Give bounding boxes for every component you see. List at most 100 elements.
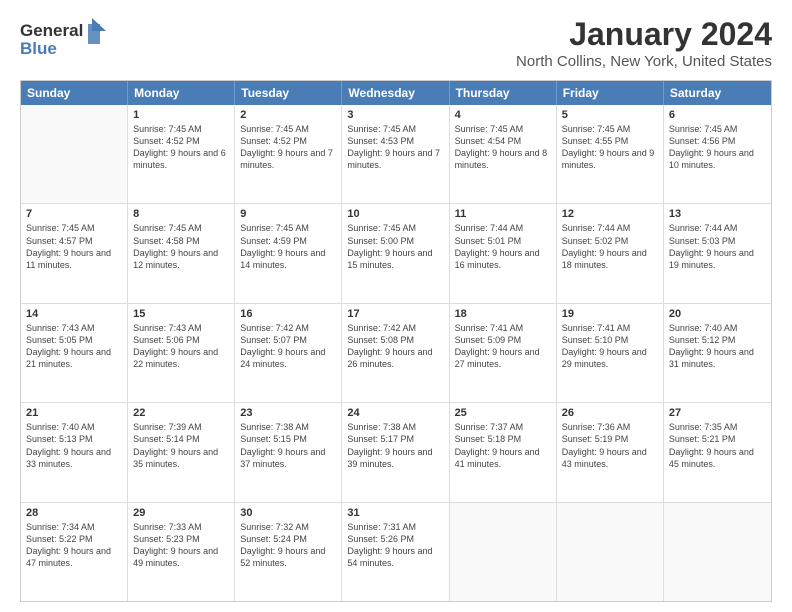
day-number: 28 [26, 507, 122, 519]
day-info: Sunrise: 7:45 AMSunset: 4:52 PMDaylight:… [240, 123, 336, 172]
day-info: Sunrise: 7:40 AMSunset: 5:12 PMDaylight:… [669, 322, 766, 371]
day-cell-23: 23 Sunrise: 7:38 AMSunset: 5:15 PMDayligh… [235, 403, 342, 501]
day-info: Sunrise: 7:43 AMSunset: 5:05 PMDaylight:… [26, 322, 122, 371]
day-cell-6: 6 Sunrise: 7:45 AMSunset: 4:56 PMDaylight… [664, 105, 771, 203]
day-header-thursday: Thursday [450, 81, 557, 105]
svg-text:General: General [20, 21, 83, 40]
day-cell-4: 4 Sunrise: 7:45 AMSunset: 4:54 PMDaylight… [450, 105, 557, 203]
day-info: Sunrise: 7:33 AMSunset: 5:23 PMDaylight:… [133, 521, 229, 570]
day-cell-5: 5 Sunrise: 7:45 AMSunset: 4:55 PMDaylight… [557, 105, 664, 203]
day-cell-14: 14Sunrise: 7:43 AMSunset: 5:05 PMDayligh… [21, 304, 128, 402]
title-block: January 2024 North Collins, New York, Un… [516, 16, 772, 70]
day-cell-31: 31Sunrise: 7:31 AMSunset: 5:26 PMDayligh… [342, 503, 449, 601]
day-header-sunday: Sunday [21, 81, 128, 105]
day-info: Sunrise: 7:32 AMSunset: 5:24 PMDaylight:… [240, 521, 336, 570]
day-header-wednesday: Wednesday [342, 81, 449, 105]
day-number: 15 [133, 308, 229, 320]
day-number: 16 [240, 308, 336, 320]
day-info: Sunrise: 7:39 AMSunset: 5:14 PMDaylight:… [133, 421, 229, 470]
day-number: 21 [26, 407, 122, 419]
day-number: 4 [455, 109, 551, 121]
day-cell-20: 20Sunrise: 7:40 AMSunset: 5:12 PMDayligh… [664, 304, 771, 402]
day-number: 26 [562, 407, 658, 419]
day-cell-18: 18Sunrise: 7:41 AMSunset: 5:09 PMDayligh… [450, 304, 557, 402]
day-info: Sunrise: 7:45 AMSunset: 4:56 PMDaylight:… [669, 123, 766, 172]
day-info: Sunrise: 7:45 AMSunset: 4:58 PMDaylight:… [133, 222, 229, 271]
day-cell-2: 2 Sunrise: 7:45 AMSunset: 4:52 PMDaylight… [235, 105, 342, 203]
day-cell-12: 12 Sunrise: 7:44 AMSunset: 5:02 PMDayligh… [557, 204, 664, 302]
day-info: Sunrise: 7:40 AMSunset: 5:13 PMDaylight:… [26, 421, 122, 470]
day-cell-1: 1Sunrise: 7:45 AMSunset: 4:52 PMDaylight… [128, 105, 235, 203]
day-cell-26: 26 Sunrise: 7:36 AMSunset: 5:19 PMDayligh… [557, 403, 664, 501]
day-number: 7 [26, 208, 122, 220]
page: General Blue January 2024 North Collins,… [0, 0, 792, 612]
day-cell-13: 13 Sunrise: 7:44 AMSunset: 5:03 PMDayligh… [664, 204, 771, 302]
day-info: Sunrise: 7:44 AMSunset: 5:02 PMDaylight:… [562, 222, 658, 271]
day-cell-7: 7 Sunrise: 7:45 AMSunset: 4:57 PMDaylight… [21, 204, 128, 302]
day-info: Sunrise: 7:45 AMSunset: 4:55 PMDaylight:… [562, 123, 658, 172]
logo-text: General Blue [20, 16, 110, 65]
day-cell-22: 22 Sunrise: 7:39 AMSunset: 5:14 PMDayligh… [128, 403, 235, 501]
header: General Blue January 2024 North Collins,… [20, 16, 772, 70]
calendar-week-2: 7 Sunrise: 7:45 AMSunset: 4:57 PMDaylight… [21, 204, 771, 303]
day-number: 8 [133, 208, 229, 220]
day-cell-empty [557, 503, 664, 601]
day-number: 6 [669, 109, 766, 121]
day-info: Sunrise: 7:38 AMSunset: 5:17 PMDaylight:… [347, 421, 443, 470]
calendar-week-4: 21 Sunrise: 7:40 AMSunset: 5:13 PMDayligh… [21, 403, 771, 502]
day-info: Sunrise: 7:38 AMSunset: 5:15 PMDaylight:… [240, 421, 336, 470]
day-info: Sunrise: 7:45 AMSunset: 4:59 PMDaylight:… [240, 222, 336, 271]
day-info: Sunrise: 7:34 AMSunset: 5:22 PMDaylight:… [26, 521, 122, 570]
day-number: 23 [240, 407, 336, 419]
day-number: 5 [562, 109, 658, 121]
day-info: Sunrise: 7:45 AMSunset: 4:53 PMDaylight:… [347, 123, 443, 172]
day-number: 17 [347, 308, 443, 320]
day-number: 29 [133, 507, 229, 519]
day-cell-10: 10 Sunrise: 7:45 AMSunset: 5:00 PMDayligh… [342, 204, 449, 302]
day-number: 13 [669, 208, 766, 220]
day-cell-19: 19 Sunrise: 7:41 AMSunset: 5:10 PMDayligh… [557, 304, 664, 402]
day-cell-30: 30 Sunrise: 7:32 AMSunset: 5:24 PMDayligh… [235, 503, 342, 601]
svg-text:Blue: Blue [20, 39, 57, 58]
day-info: Sunrise: 7:45 AMSunset: 5:00 PMDaylight:… [347, 222, 443, 271]
day-info: Sunrise: 7:45 AMSunset: 4:57 PMDaylight:… [26, 222, 122, 271]
day-number: 30 [240, 507, 336, 519]
day-number: 9 [240, 208, 336, 220]
day-cell-empty [21, 105, 128, 203]
calendar-body: 1Sunrise: 7:45 AMSunset: 4:52 PMDaylight… [21, 105, 771, 601]
day-number: 27 [669, 407, 766, 419]
calendar-week-1: 1Sunrise: 7:45 AMSunset: 4:52 PMDaylight… [21, 105, 771, 204]
day-info: Sunrise: 7:45 AMSunset: 4:54 PMDaylight:… [455, 123, 551, 172]
subtitle: North Collins, New York, United States [516, 53, 772, 70]
logo: General Blue [20, 16, 110, 65]
day-cell-29: 29 Sunrise: 7:33 AMSunset: 5:23 PMDayligh… [128, 503, 235, 601]
day-info: Sunrise: 7:44 AMSunset: 5:03 PMDaylight:… [669, 222, 766, 271]
day-cell-27: 27 Sunrise: 7:35 AMSunset: 5:21 PMDayligh… [664, 403, 771, 501]
day-cell-21: 21 Sunrise: 7:40 AMSunset: 5:13 PMDayligh… [21, 403, 128, 501]
calendar-header: SundayMondayTuesdayWednesdayThursdayFrid… [21, 81, 771, 105]
day-cell-28: 28 Sunrise: 7:34 AMSunset: 5:22 PMDayligh… [21, 503, 128, 601]
day-number: 12 [562, 208, 658, 220]
day-info: Sunrise: 7:42 AMSunset: 5:07 PMDaylight:… [240, 322, 336, 371]
day-number: 2 [240, 109, 336, 121]
main-title: January 2024 [516, 16, 772, 53]
day-cell-empty [664, 503, 771, 601]
day-cell-9: 9 Sunrise: 7:45 AMSunset: 4:59 PMDaylight… [235, 204, 342, 302]
day-number: 10 [347, 208, 443, 220]
day-info: Sunrise: 7:36 AMSunset: 5:19 PMDaylight:… [562, 421, 658, 470]
day-cell-8: 8 Sunrise: 7:45 AMSunset: 4:58 PMDaylight… [128, 204, 235, 302]
day-number: 22 [133, 407, 229, 419]
day-info: Sunrise: 7:45 AMSunset: 4:52 PMDaylight:… [133, 123, 229, 172]
day-info: Sunrise: 7:43 AMSunset: 5:06 PMDaylight:… [133, 322, 229, 371]
day-number: 18 [455, 308, 551, 320]
day-info: Sunrise: 7:41 AMSunset: 5:10 PMDaylight:… [562, 322, 658, 371]
day-info: Sunrise: 7:35 AMSunset: 5:21 PMDaylight:… [669, 421, 766, 470]
day-cell-16: 16 Sunrise: 7:42 AMSunset: 5:07 PMDayligh… [235, 304, 342, 402]
day-cell-24: 24Sunrise: 7:38 AMSunset: 5:17 PMDayligh… [342, 403, 449, 501]
day-header-friday: Friday [557, 81, 664, 105]
day-number: 19 [562, 308, 658, 320]
day-cell-15: 15 Sunrise: 7:43 AMSunset: 5:06 PMDayligh… [128, 304, 235, 402]
day-info: Sunrise: 7:42 AMSunset: 5:08 PMDaylight:… [347, 322, 443, 371]
day-number: 31 [347, 507, 443, 519]
calendar: SundayMondayTuesdayWednesdayThursdayFrid… [20, 80, 772, 602]
